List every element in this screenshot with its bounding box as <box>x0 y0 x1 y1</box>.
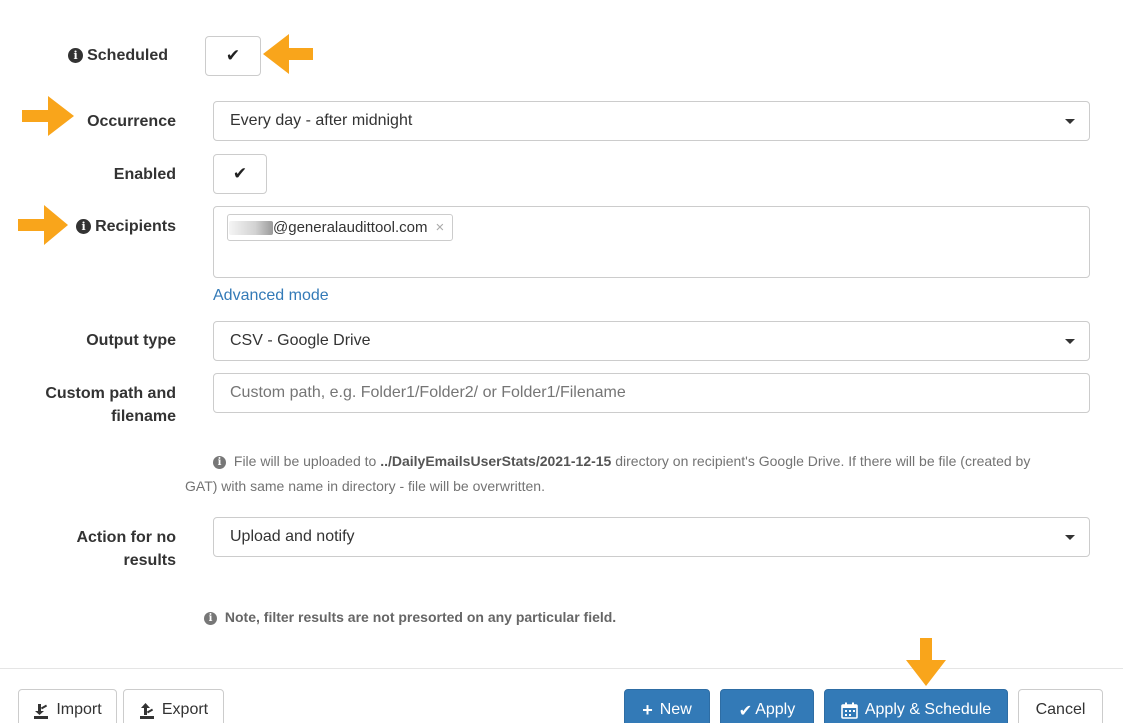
enabled-label: Enabled <box>113 166 176 183</box>
recipients-label: i Recipients <box>60 215 176 238</box>
no-results-action-select[interactable]: Upload and notify <box>213 517 1090 557</box>
upload-path: ../DailyEmailsUserStats/2021-12-15 <box>380 453 612 469</box>
redacted-username <box>229 220 273 235</box>
recipient-email: @generalaudittool.com <box>273 219 428 236</box>
recipient-tag: @generalaudittool.com × <box>227 214 454 241</box>
occurrence-select[interactable]: Every day - after midnight <box>213 101 1090 141</box>
custom-path-label: Custom path and filename <box>45 385 176 425</box>
presort-note: i Note, filter results are not presorted… <box>204 609 616 625</box>
enabled-toggle[interactable]: ✔ <box>213 154 267 194</box>
remove-tag-icon[interactable]: × <box>435 215 444 240</box>
check-icon: ✔ <box>738 703 753 720</box>
new-button[interactable]: + New <box>624 689 710 723</box>
occurrence-label: Occurrence <box>87 113 176 130</box>
export-icon <box>139 703 154 719</box>
apply-button[interactable]: ✔ Apply <box>720 689 814 723</box>
export-button[interactable]: Export <box>123 689 224 723</box>
footer-divider <box>0 668 1123 669</box>
info-circle-icon: i <box>68 48 84 63</box>
info-circle-icon: i <box>76 219 92 234</box>
check-icon: ✔ <box>225 46 241 65</box>
output-type-label: Output type <box>86 332 176 349</box>
annotation-arrow-left-icon <box>263 34 313 74</box>
check-icon: ✔ <box>232 164 248 183</box>
calendar-icon <box>841 702 858 719</box>
upload-info-text: i File will be uploaded to ../DailyEmail… <box>185 453 1031 494</box>
no-results-action-label: Action for no results <box>76 529 176 569</box>
info-circle-icon: i <box>204 612 217 625</box>
caret-down-icon <box>1065 119 1075 124</box>
plus-icon: + <box>642 700 653 720</box>
custom-path-input[interactable] <box>213 373 1090 413</box>
output-type-select[interactable]: CSV - Google Drive <box>213 321 1090 361</box>
output-type-value: CSV - Google Drive <box>230 332 371 349</box>
import-icon <box>34 704 49 719</box>
advanced-mode-link[interactable]: Advanced mode <box>213 287 329 305</box>
recipients-input[interactable]: @generalaudittool.com × <box>213 206 1090 278</box>
cancel-button[interactable]: Cancel <box>1018 689 1103 723</box>
caret-down-icon <box>1065 535 1075 540</box>
import-button[interactable]: Import <box>18 689 117 723</box>
no-results-action-value: Upload and notify <box>230 528 355 545</box>
annotation-arrow-down-icon <box>906 638 946 686</box>
schedule-report-form: i Scheduled ✔ Occurrence Every day - afte… <box>0 0 1123 723</box>
caret-down-icon <box>1065 339 1075 344</box>
scheduled-toggle[interactable]: ✔ <box>205 36 261 76</box>
scheduled-label: i Scheduled <box>62 44 168 67</box>
apply-and-schedule-button[interactable]: Apply & Schedule <box>824 689 1008 723</box>
info-circle-icon: i <box>213 456 226 469</box>
occurrence-value: Every day - after midnight <box>230 112 413 129</box>
